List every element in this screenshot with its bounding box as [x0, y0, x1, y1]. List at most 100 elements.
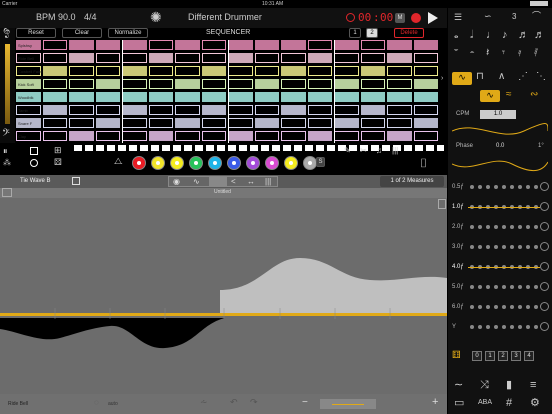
harmonic-dot[interactable] — [502, 245, 506, 249]
sequencer-cell[interactable] — [69, 53, 94, 63]
wave-variant-selected-icon[interactable]: ∿ — [480, 90, 500, 102]
sequencer-cell[interactable] — [413, 105, 438, 115]
harmonic-dot[interactable] — [518, 245, 522, 249]
sequencer-cell[interactable] — [307, 105, 332, 115]
grid-dots-icon[interactable]: ⁂ — [3, 159, 11, 167]
sequencer-cell[interactable] — [228, 40, 253, 50]
sequencer-cell[interactable] — [413, 118, 438, 128]
harmonic-dot[interactable] — [526, 225, 530, 229]
zoom-slider[interactable] — [320, 399, 376, 409]
sequencer-cell[interactable] — [254, 66, 279, 76]
sequencer-cell[interactable] — [148, 131, 173, 141]
harmonic-dot[interactable] — [502, 305, 506, 309]
number-box[interactable]: 4 — [524, 351, 534, 361]
phase-curve[interactable] — [452, 154, 548, 174]
harmonic-dot[interactable] — [510, 285, 514, 289]
sequencer-cell[interactable] — [387, 53, 412, 63]
sequencer-cell[interactable] — [122, 105, 147, 115]
sequencer-cell[interactable] — [122, 66, 147, 76]
sequencer-cell[interactable] — [228, 92, 253, 102]
sequencer-cell[interactable] — [281, 105, 306, 115]
stretch-icon[interactable]: ↔ — [247, 177, 255, 186]
sequencer-cell[interactable] — [360, 92, 385, 102]
sequencer-cell[interactable] — [307, 92, 332, 102]
color-swatch[interactable] — [265, 156, 279, 170]
s-button[interactable]: S — [316, 157, 325, 167]
harmonic-knob[interactable] — [540, 282, 549, 291]
harmonic-knob[interactable] — [540, 202, 549, 211]
sixteenth-note-icon[interactable]: ♬ — [518, 30, 529, 41]
phase-value[interactable]: 0.0 — [496, 143, 504, 149]
harmonic-dot[interactable] — [510, 305, 514, 309]
sequencer-cell[interactable] — [413, 131, 438, 141]
sequencer-cell[interactable] — [281, 92, 306, 102]
wave-shape-icon[interactable]: ∿ — [193, 177, 200, 186]
note-icon[interactable]: ♫ — [376, 147, 382, 155]
harmonic-dot[interactable] — [526, 245, 530, 249]
harmonic-dot[interactable] — [486, 325, 490, 329]
harmonic-dot[interactable] — [486, 305, 490, 309]
camera-icon[interactable]: ⌷ — [420, 157, 427, 169]
play-button[interactable] — [428, 12, 438, 24]
sequencer-cell[interactable] — [281, 53, 306, 63]
sine-wave-selected-icon[interactable]: ∿ — [452, 72, 472, 85]
color-swatch[interactable] — [151, 156, 165, 170]
number-box[interactable]: 0 — [472, 351, 482, 361]
sequencer-cell[interactable] — [201, 105, 226, 115]
measure-indicator[interactable]: 1 of 2 Measures — [380, 176, 444, 187]
reset-button[interactable]: Reset — [16, 28, 56, 38]
harmonic-dot[interactable] — [478, 185, 482, 189]
sequencer-cell[interactable] — [254, 118, 279, 128]
sequencer-cell[interactable] — [281, 66, 306, 76]
brush-icon[interactable]: ✎ — [344, 147, 351, 155]
rest-4-icon[interactable]: 𝄽 — [486, 48, 489, 59]
sequencer-cell[interactable] — [281, 79, 306, 89]
sequencer-cell[interactable] — [175, 66, 200, 76]
page-1-button[interactable]: 1 — [349, 28, 361, 38]
harmonic-dot[interactable] — [494, 245, 498, 249]
sequencer-cell[interactable] — [201, 40, 226, 50]
wave-editor[interactable]: Tie Wave B ◉ ∿ < ↔ ||| 1 of 2 Measures U… — [0, 175, 447, 414]
sequencer-cell[interactable] — [148, 40, 173, 50]
harmonic-dot[interactable] — [534, 245, 538, 249]
thirty-second-note-icon[interactable]: ♬ — [534, 30, 545, 41]
levels-icon[interactable]: ▮ — [506, 380, 512, 391]
sequencer-cell[interactable] — [69, 131, 94, 141]
harmonic-dot[interactable] — [510, 225, 514, 229]
sequencer-cell[interactable] — [228, 66, 253, 76]
sequencer-cell[interactable] — [413, 53, 438, 63]
metronome-icon[interactable]: ⧍ — [114, 157, 122, 166]
sequencer-cell[interactable] — [334, 105, 359, 115]
tilde-icon[interactable]: ∽ — [484, 12, 492, 21]
sequencer-cell[interactable] — [254, 105, 279, 115]
sequencer-cell[interactable] — [387, 131, 412, 141]
sequencer-cell[interactable] — [360, 40, 385, 50]
harmonic-dot[interactable] — [518, 305, 522, 309]
sequencer-cell[interactable] — [387, 92, 412, 102]
sequencer-cell[interactable] — [307, 66, 332, 76]
harmonic-dot[interactable] — [518, 285, 522, 289]
wave-name[interactable]: Tie Wave B — [20, 178, 51, 184]
sequencer-cell[interactable] — [175, 118, 200, 128]
sequencer-cell[interactable] — [334, 131, 359, 141]
sequencer-cell[interactable] — [122, 79, 147, 89]
color-swatch[interactable] — [132, 156, 146, 170]
normalize-button[interactable]: Normalize — [108, 28, 148, 38]
sequencer-cell[interactable] — [42, 66, 67, 76]
add-square-icon[interactable]: ⊞ — [54, 146, 62, 155]
harmonic-dot[interactable] — [486, 285, 490, 289]
scissors-icon[interactable]: ✂ — [360, 147, 367, 155]
sequencer-cell[interactable] — [228, 118, 253, 128]
bpm-value[interactable]: 90.0 — [58, 12, 76, 22]
sequencer-cell[interactable] — [95, 92, 120, 102]
harmonic-dot[interactable] — [510, 245, 514, 249]
color-swatch[interactable] — [246, 156, 260, 170]
harmonic-dot[interactable] — [478, 285, 482, 289]
color-palette[interactable] — [132, 155, 332, 171]
sequencer-cell[interactable] — [122, 92, 147, 102]
sequencer-cell[interactable] — [122, 118, 147, 128]
sequencer-cell[interactable] — [175, 105, 200, 115]
harmonic-dot[interactable] — [518, 185, 522, 189]
eighth-note-icon[interactable]: ♪ — [502, 30, 508, 41]
sequencer-cell[interactable] — [201, 118, 226, 128]
